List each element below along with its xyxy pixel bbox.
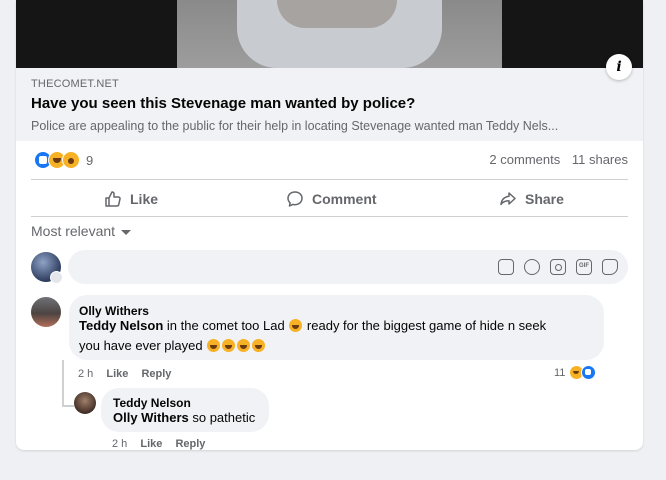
thumbs-up-icon [105, 191, 121, 207]
reply-thread-connector [62, 405, 74, 407]
mention-link[interactable]: Teddy Nelson [79, 318, 163, 333]
like-button[interactable]: Like [104, 188, 158, 210]
comment-meta: 2 h Like Reply [78, 368, 181, 380]
post-card: THECOMET.NET Have you seen this Stevenag… [16, 0, 643, 450]
current-user-avatar[interactable] [31, 252, 63, 284]
wow-reaction-icon [62, 151, 80, 169]
comment-text-line-2: you have ever played [79, 336, 266, 356]
link-headline[interactable]: Have you seen this Stevenage man wanted … [31, 95, 415, 112]
divider-top [31, 179, 628, 180]
laughing-emoji-icon [252, 339, 266, 352]
reply-bubble: Teddy Nelson Olly Withers so pathetic [101, 388, 269, 432]
comment-text-line-1: Teddy Nelson in the comet too Lad ready … [79, 316, 546, 336]
laughing-emoji-icon [237, 339, 251, 352]
avatar-menu-icon [50, 271, 63, 284]
comment-text-part: you have ever played [79, 338, 207, 353]
like-reaction-icon [581, 365, 597, 380]
avatar[interactable] [31, 297, 61, 327]
comment-text-part: in the comet too Lad [163, 318, 289, 333]
link-domain: THECOMET.NET [31, 78, 119, 90]
chevron-down-icon [121, 229, 132, 235]
gif-icon[interactable]: GIF [576, 259, 592, 275]
comment-input[interactable]: GIF [68, 250, 628, 284]
link-description: Police are appealing to the public for t… [31, 119, 559, 133]
reaction-count: 9 [86, 152, 94, 168]
reply-thread-line [62, 360, 64, 406]
reply-timestamp[interactable]: 2 h [112, 438, 127, 450]
like-label: Like [130, 191, 159, 207]
reply-text-part: so pathetic [188, 410, 256, 425]
comment-reaction-count[interactable]: 11 [554, 365, 597, 380]
camera-icon[interactable] [550, 259, 566, 275]
sticker-icon[interactable] [602, 259, 618, 275]
comment-sort-dropdown[interactable]: Most relevant [31, 223, 132, 239]
photo-neck [277, 0, 397, 28]
comment-timestamp[interactable]: 2 h [78, 368, 93, 380]
comment-reaction-number: 11 [554, 366, 566, 379]
composer-tools: GIF [488, 259, 618, 275]
emoji-icon[interactable] [524, 259, 540, 275]
sort-label: Most relevant [31, 223, 116, 239]
comment-reply-button[interactable]: Reply [141, 368, 171, 380]
reply-meta: 2 h Like Reply [112, 438, 215, 450]
share-icon [500, 192, 516, 206]
share-button[interactable]: Share [499, 188, 564, 210]
laughing-emoji-icon [207, 339, 221, 352]
reply-reply-button[interactable]: Reply [175, 438, 205, 450]
comments-count[interactable]: 2 comments [489, 152, 560, 167]
info-icon[interactable]: i [606, 54, 632, 80]
reaction-summary[interactable]: 9 [34, 151, 93, 169]
reply-like-button[interactable]: Like [140, 438, 162, 450]
photo-area [177, 0, 502, 68]
comment-bubble: Olly Withers Teddy Nelson in the comet t… [69, 295, 604, 360]
avatar[interactable] [74, 392, 96, 414]
laughing-emoji-icon [289, 319, 303, 332]
comment-icon [287, 191, 303, 207]
link-preview[interactable]: THECOMET.NET Have you seen this Stevenag… [16, 68, 643, 141]
mention-link[interactable]: Olly Withers [113, 410, 189, 425]
shares-count[interactable]: 11 shares [572, 152, 628, 167]
avatar-sticker-icon[interactable] [498, 259, 514, 275]
post-image[interactable] [16, 0, 643, 68]
laughing-emoji-icon [222, 339, 236, 352]
divider-bottom [31, 216, 628, 217]
comment-text-part: ready for the biggest game of hide n see… [303, 318, 547, 333]
comment-button[interactable]: Comment [286, 188, 377, 210]
reply-text: Olly Withers so pathetic [113, 408, 255, 428]
comment-like-button[interactable]: Like [106, 368, 128, 380]
share-label: Share [525, 191, 564, 207]
engagement-counts: 2 comments 11 shares [489, 152, 628, 167]
comment-label: Comment [312, 191, 377, 207]
